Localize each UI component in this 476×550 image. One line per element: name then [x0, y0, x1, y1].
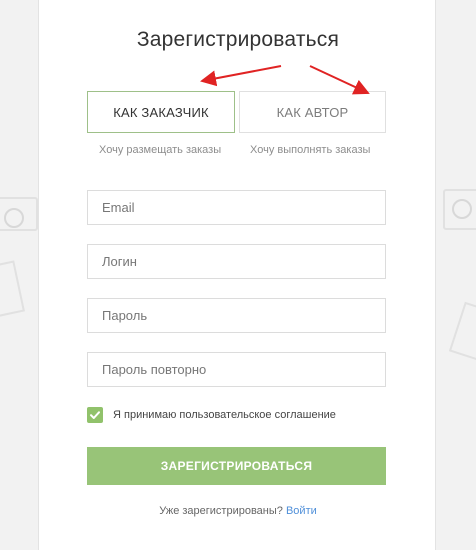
- agreement-label: Я принимаю пользовательское соглашение: [113, 409, 336, 421]
- email-field[interactable]: [87, 190, 386, 225]
- repeat-password-field[interactable]: [87, 352, 386, 387]
- tab-author[interactable]: КАК АВТОР: [239, 91, 386, 133]
- check-icon: [90, 411, 100, 419]
- decorative-face-icon: [452, 199, 472, 219]
- login-link[interactable]: Войти: [286, 505, 317, 517]
- already-registered-text: Уже зарегистрированы?: [159, 505, 283, 517]
- registration-card: Зарегистрироваться КАК ЗАКАЗЧИК КАК АВТО…: [38, 0, 436, 550]
- email-input[interactable]: [100, 190, 385, 225]
- repeat-password-input[interactable]: [100, 352, 385, 387]
- page-title: Зарегистрироваться: [136, 28, 340, 51]
- register-button[interactable]: ЗАРЕГИСТРИРОВАТЬСЯ: [87, 447, 386, 485]
- password-field[interactable]: [87, 298, 386, 333]
- login-input[interactable]: [100, 244, 385, 279]
- login-prompt: Уже зарегистрированы? Войти: [39, 505, 437, 517]
- tab-customer[interactable]: КАК ЗАКАЗЧИК: [87, 91, 235, 133]
- password-input[interactable]: [100, 298, 385, 333]
- customer-tab-note: Хочу размещать заказы: [99, 144, 222, 156]
- agreement-checkbox[interactable]: [87, 407, 103, 423]
- agreement-row[interactable]: Я принимаю пользовательское соглашение: [87, 407, 336, 423]
- author-tab-note: Хочу выполнять заказы: [250, 144, 371, 156]
- decorative-face-icon: [4, 208, 24, 228]
- login-field[interactable]: [87, 244, 386, 279]
